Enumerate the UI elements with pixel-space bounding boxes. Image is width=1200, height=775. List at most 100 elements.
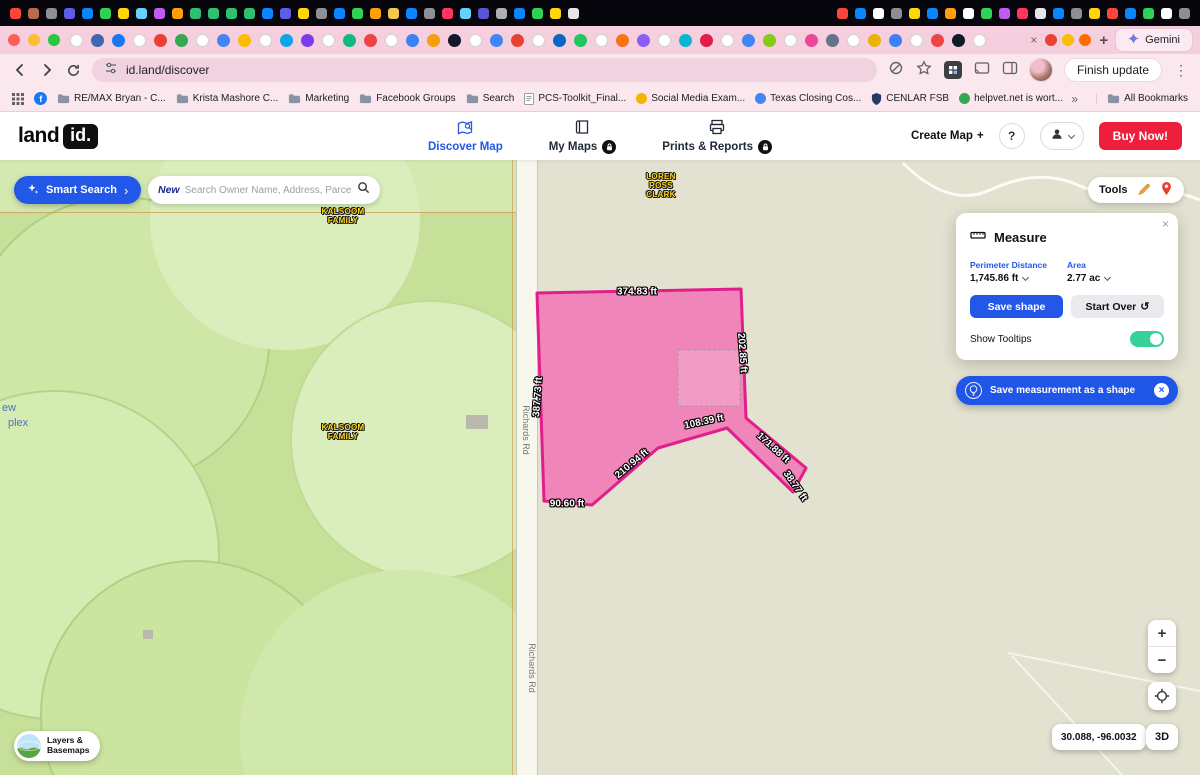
area-unit-select[interactable]: 2.77 ac — [1067, 273, 1164, 284]
menubar-status-icon[interactable] — [1053, 8, 1064, 19]
menubar-status-icon[interactable] — [1161, 8, 1172, 19]
buy-now-button[interactable]: Buy Now! — [1099, 122, 1182, 150]
tab-favicon-icon[interactable] — [322, 34, 335, 47]
menubar-app-icon[interactable] — [100, 8, 111, 19]
tab-favicon-icon[interactable] — [427, 34, 440, 47]
tab-favicon-icon[interactable] — [889, 34, 902, 47]
menubar-app-icon[interactable] — [334, 8, 345, 19]
menubar-app-icon[interactable] — [388, 8, 399, 19]
tab-favicon-icon[interactable] — [763, 34, 776, 47]
menubar-app-icon[interactable] — [28, 8, 39, 19]
menubar-app-icon[interactable] — [406, 8, 417, 19]
fullscreen-window-button[interactable] — [48, 34, 60, 46]
bookmark-item[interactable]: Marketing — [288, 93, 349, 104]
tab-favicon-icon[interactable] — [469, 34, 482, 47]
menubar-status-icon[interactable] — [945, 8, 956, 19]
dismiss-banner-button[interactable]: × — [1154, 383, 1169, 398]
tab-favicon-icon[interactable] — [784, 34, 797, 47]
account-menu-button[interactable] — [1040, 122, 1084, 150]
tab-my-maps[interactable]: My Maps — [549, 119, 617, 154]
finish-update-button[interactable]: Finish update — [1064, 58, 1162, 82]
tab-prints-reports[interactable]: Prints & Reports — [662, 119, 772, 154]
tab-favicon-icon[interactable] — [973, 34, 986, 47]
menubar-status-icon[interactable] — [1125, 8, 1136, 19]
tab-favicon-icon[interactable] — [574, 34, 587, 47]
menubar-app-icon[interactable] — [244, 8, 255, 19]
menubar-status-icon[interactable] — [1017, 8, 1028, 19]
menubar-app-icon[interactable] — [280, 8, 291, 19]
menubar-app-icon[interactable] — [118, 8, 129, 19]
tab-favicon-icon[interactable] — [553, 34, 566, 47]
bookmark-item[interactable]: Krista Mashore C... — [176, 93, 279, 104]
tab-favicon-icon[interactable] — [658, 34, 671, 47]
tab-favicon-icon[interactable] — [847, 34, 860, 47]
menubar-app-icon[interactable] — [298, 8, 309, 19]
tab-favicon-icon[interactable] — [826, 34, 839, 47]
smart-search-button[interactable]: Smart Search › — [14, 176, 141, 204]
menubar-app-icon[interactable] — [442, 8, 453, 19]
menubar-status-icon[interactable] — [1107, 8, 1118, 19]
forward-button[interactable] — [39, 62, 55, 78]
tools-button[interactable]: Tools — [1088, 177, 1184, 203]
tab-avatar-icon[interactable] — [1062, 34, 1074, 46]
menubar-app-icon[interactable] — [352, 8, 363, 19]
bookmark-item[interactable]: RE/MAX Bryan - C... — [57, 93, 166, 104]
measured-parcel-polygon[interactable] — [537, 289, 806, 505]
pin-icon[interactable] — [1160, 181, 1173, 199]
menubar-status-icon[interactable] — [963, 8, 974, 19]
menubar-app-icon[interactable] — [10, 8, 21, 19]
menubar-app-icon[interactable] — [208, 8, 219, 19]
bookmark-item[interactable]: Facebook Groups — [359, 93, 456, 104]
help-button[interactable]: ? — [999, 123, 1025, 149]
active-tab-gemini[interactable]: Gemini — [1116, 29, 1192, 51]
tab-avatar-icon[interactable] — [1079, 34, 1091, 46]
menubar-status-icon[interactable] — [891, 8, 902, 19]
bookmark-item[interactable]: f — [34, 92, 47, 105]
bookmark-item[interactable]: PCS-Toolkit_Final... — [524, 93, 626, 105]
blocked-icon[interactable] — [888, 60, 904, 81]
tab-favicon-icon[interactable] — [259, 34, 272, 47]
tab-favicon-icon[interactable] — [196, 34, 209, 47]
parcel-search-input[interactable]: New Search Owner Name, Address, Parcel I… — [148, 176, 380, 204]
menubar-app-icon[interactable] — [226, 8, 237, 19]
tab-favicon-icon[interactable] — [532, 34, 545, 47]
menubar-app-icon[interactable] — [460, 8, 471, 19]
new-tab-button[interactable]: + — [1099, 32, 1108, 49]
extension-badge-icon[interactable] — [944, 61, 962, 79]
cast-icon[interactable] — [974, 60, 990, 81]
menubar-app-icon[interactable] — [82, 8, 93, 19]
site-settings-icon[interactable] — [104, 61, 118, 80]
bookmark-item[interactable]: Search — [466, 93, 515, 104]
menubar-status-icon[interactable] — [1143, 8, 1154, 19]
profile-avatar[interactable] — [1030, 59, 1052, 81]
tab-favicon-icon[interactable] — [490, 34, 503, 47]
menubar-app-icon[interactable] — [514, 8, 525, 19]
tab-favicon-icon[interactable] — [679, 34, 692, 47]
menubar-status-icon[interactable] — [927, 8, 938, 19]
tab-favicon-icon[interactable] — [70, 34, 83, 47]
tab-discover-map[interactable]: Discover Map — [428, 120, 503, 153]
menubar-app-icon[interactable] — [136, 8, 147, 19]
bookmark-item[interactable]: Texas Closing Cos... — [755, 93, 861, 104]
tab-favicon-icon[interactable] — [700, 34, 713, 47]
tab-favicon-icon[interactable] — [385, 34, 398, 47]
reload-button[interactable] — [66, 63, 81, 78]
menubar-app-icon[interactable] — [316, 8, 327, 19]
layers-basemaps-button[interactable]: Layers & Basemaps — [14, 731, 100, 761]
menubar-app-icon[interactable] — [370, 8, 381, 19]
create-map-button[interactable]: Create Map + — [911, 130, 984, 142]
menubar-app-icon[interactable] — [496, 8, 507, 19]
tab-favicon-icon[interactable] — [154, 34, 167, 47]
menubar-app-icon[interactable] — [478, 8, 489, 19]
tab-favicon-icon[interactable] — [91, 34, 104, 47]
menubar-status-icon[interactable] — [873, 8, 884, 19]
menubar-app-icon[interactable] — [172, 8, 183, 19]
bookmark-star-icon[interactable] — [916, 60, 932, 81]
menubar-app-icon[interactable] — [64, 8, 75, 19]
land-id-logo[interactable]: land id. — [18, 124, 98, 149]
tab-favicon-icon[interactable] — [364, 34, 377, 47]
tab-favicon-icon[interactable] — [805, 34, 818, 47]
tab-avatar-icon[interactable] — [1045, 34, 1057, 46]
menubar-app-icon[interactable] — [550, 8, 561, 19]
all-bookmarks-button[interactable]: All Bookmarks — [1096, 93, 1188, 104]
